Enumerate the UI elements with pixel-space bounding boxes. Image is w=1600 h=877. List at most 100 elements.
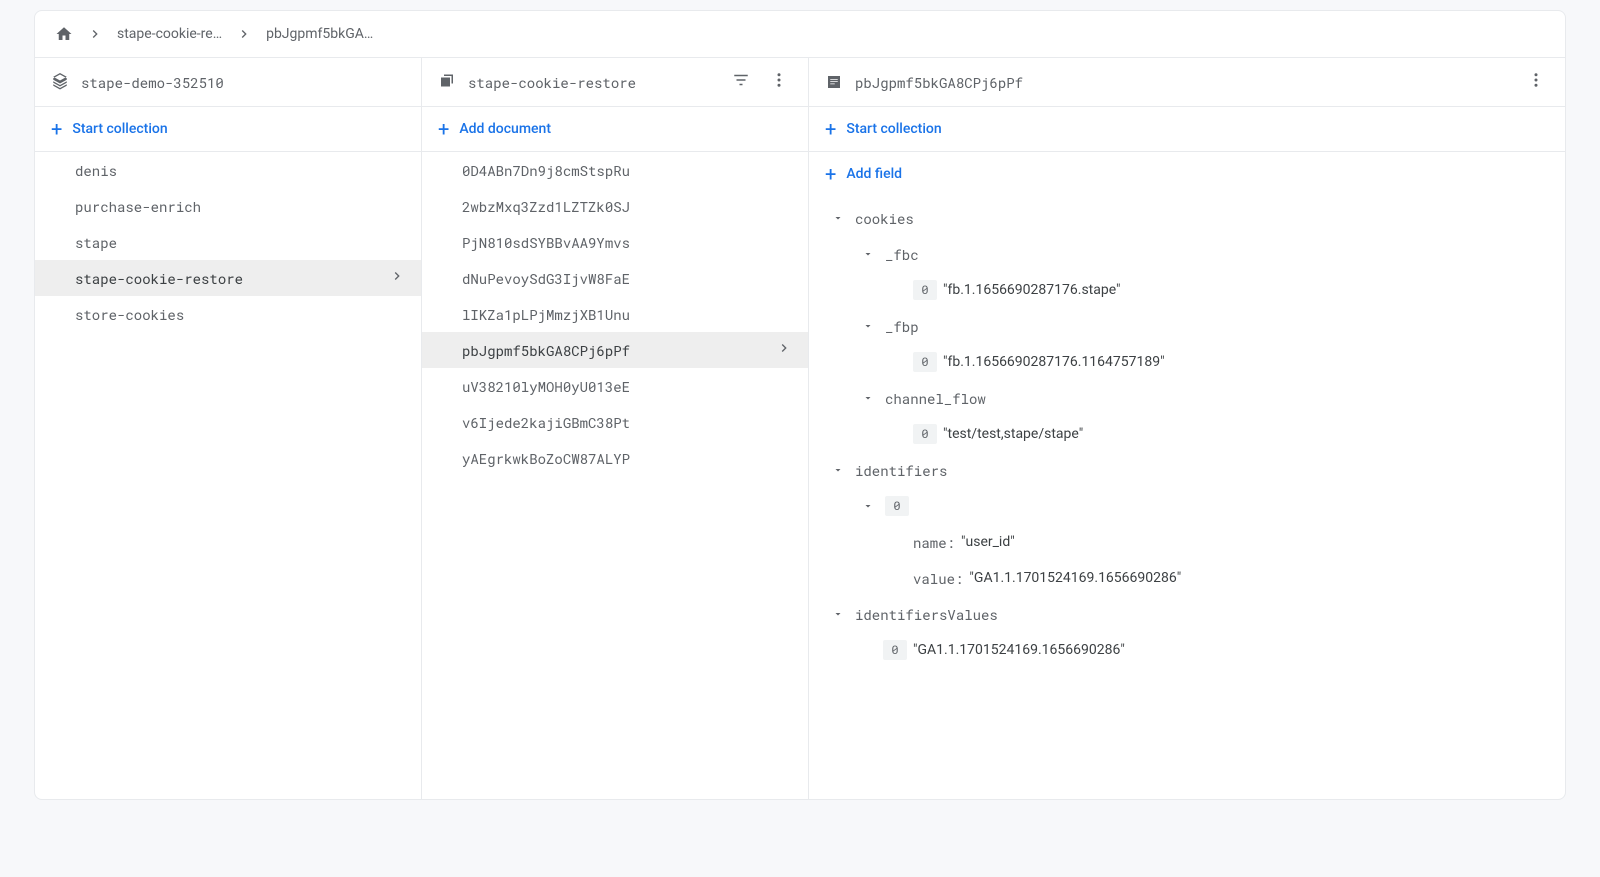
tree-value-fbc-0[interactable]: 0 "fb.1.1656690287176.stape" [817, 272, 1557, 308]
caret-down-icon[interactable] [859, 389, 877, 407]
tree-value: "GA1.1.1701524169.1656690286" [969, 570, 1181, 586]
tree-value-channel-flow-0[interactable]: 0 "test/test,stape/stape" [817, 416, 1557, 452]
array-index-chip: 0 [883, 640, 907, 660]
collection-list-item[interactable]: purchase-enrich [35, 188, 421, 224]
document-list-item[interactable]: 2wbzMxq3Zzd1LZTZk0SJ [422, 188, 808, 224]
tree-key: identifiers [855, 461, 947, 480]
breadcrumb-item[interactable]: pbJgpmf5bkGA… [266, 26, 373, 42]
plus-icon: + [438, 119, 449, 139]
collection-list-item[interactable]: stape-cookie-restore [35, 260, 421, 296]
add-field-button[interactable]: + Add field [809, 152, 1565, 196]
list-item-label: PjN810sdSYBBvAA9Ymvs [462, 233, 630, 252]
start-collection-label: Start collection [846, 121, 941, 137]
tree-node-identifiers-values[interactable]: identifiersValues [817, 596, 1557, 632]
collections-header: stape-demo-352510 [35, 58, 421, 107]
tree-value: "user_id" [961, 534, 1015, 550]
list-item-label: purchase-enrich [75, 197, 201, 216]
documents-header: stape-cookie-restore [422, 58, 808, 107]
details-header: pbJgpmf5bkGA8CPj6pPf [809, 58, 1565, 107]
list-item-label: v6Ijede2kajiGBmC38Pt [462, 413, 630, 432]
add-document-button[interactable]: + Add document [422, 107, 808, 152]
collection-list-item[interactable]: store-cookies [35, 296, 421, 332]
list-item-label: dNuPevoySdG3IjvW8FaE [462, 269, 630, 288]
plus-icon: + [825, 164, 836, 184]
document-list-item[interactable]: dNuPevoySdG3IjvW8FaE [422, 260, 808, 296]
tree-value: "fb.1.1656690287176.stape" [943, 282, 1121, 298]
caret-down-icon[interactable] [859, 317, 877, 335]
database-icon [51, 73, 69, 91]
panels-row: stape-demo-352510 + Start collection den… [35, 58, 1565, 799]
tree-value-fbp-0[interactable]: 0 "fb.1.1656690287176.1164757189" [817, 344, 1557, 380]
list-item-label: yAEgrkwkBoZoCW87ALYP [462, 449, 630, 468]
array-index-chip: 0 [913, 424, 937, 444]
plus-icon: + [825, 119, 836, 139]
documents-panel: stape-cookie-restore + Add document 0D4A… [422, 58, 809, 799]
start-collection-label: Start collection [72, 121, 167, 137]
tree-node-fbc[interactable]: _fbc [817, 236, 1557, 272]
array-index-chip: 0 [913, 352, 937, 372]
tree-node-identifiers[interactable]: identifiers [817, 452, 1557, 488]
tree-node-fbp[interactable]: _fbp [817, 308, 1557, 344]
tree-node-channel-flow[interactable]: channel_flow [817, 380, 1557, 416]
filter-icon[interactable] [728, 67, 754, 97]
start-collection-button[interactable]: + Start collection [809, 107, 1565, 152]
tree-key: value: [913, 569, 963, 588]
list-item-label: lIKZa1pLPjMmzjXB1Unu [462, 305, 630, 324]
more-vert-icon[interactable] [766, 67, 792, 97]
array-index-chip: 0 [885, 496, 909, 516]
tree-node-cookies[interactable]: cookies [817, 200, 1557, 236]
tree-value-identifiers-values-0[interactable]: 0 "GA1.1.1701524169.1656690286" [817, 632, 1557, 668]
home-icon[interactable] [55, 25, 73, 43]
document-icon [825, 73, 843, 91]
tree-key: _fbp [885, 317, 919, 336]
list-item-label: 0D4ABn7Dn9j8cmStspRu [462, 161, 630, 180]
document-list-item[interactable]: PjN810sdSYBBvAA9Ymvs [422, 224, 808, 260]
list-item-label: stape-cookie-restore [75, 269, 243, 288]
list-item-label: uV38210lyMOH0yU013eE [462, 377, 630, 396]
caret-down-icon[interactable] [829, 209, 847, 227]
more-vert-icon[interactable] [1523, 67, 1549, 97]
document-list-item[interactable]: uV38210lyMOH0yU013eE [422, 368, 808, 404]
caret-down-icon[interactable] [859, 497, 877, 515]
caret-down-icon[interactable] [859, 245, 877, 263]
collections-panel: stape-demo-352510 + Start collection den… [35, 58, 422, 799]
breadcrumb-item[interactable]: stape-cookie-re… [117, 26, 222, 42]
list-item-label: 2wbzMxq3Zzd1LZTZk0SJ [462, 197, 630, 216]
list-item-label: pbJgpmf5bkGA8CPj6pPf [462, 341, 630, 360]
caret-down-icon[interactable] [829, 605, 847, 623]
add-field-label: Add field [846, 166, 902, 182]
collection-list-item[interactable]: denis [35, 152, 421, 188]
list-item-label: stape [75, 233, 117, 252]
start-collection-button[interactable]: + Start collection [35, 107, 421, 152]
plus-icon: + [51, 119, 62, 139]
add-document-label: Add document [459, 121, 551, 137]
firestore-data-viewer: stape-cookie-re… pbJgpmf5bkGA… stape-dem… [34, 10, 1566, 800]
tree-key: _fbc [885, 245, 919, 264]
chevron-right-icon [776, 340, 792, 360]
tree-value: "fb.1.1656690287176.1164757189" [943, 354, 1165, 370]
documents-list: 0D4ABn7Dn9j8cmStspRu 2wbzMxq3Zzd1LZTZk0SJ… [422, 152, 808, 799]
chevron-right-icon [236, 26, 252, 42]
document-list-item[interactable]: 0D4ABn7Dn9j8cmStspRu [422, 152, 808, 188]
tree-key: identifiersValues [855, 605, 998, 624]
tree-value: "test/test,stape/stape" [943, 426, 1083, 442]
chevron-right-icon [87, 26, 103, 42]
document-list-item[interactable]: v6Ijede2kajiGBmC38Pt [422, 404, 808, 440]
document-list-item[interactable]: pbJgpmf5bkGA8CPj6pPf [422, 332, 808, 368]
breadcrumb: stape-cookie-re… pbJgpmf5bkGA… [35, 11, 1565, 58]
details-title: pbJgpmf5bkGA8CPj6pPf [855, 73, 1511, 92]
collections-title: stape-demo-352510 [81, 73, 405, 92]
collection-icon [438, 73, 456, 91]
collection-list-item[interactable]: stape [35, 224, 421, 260]
caret-down-icon[interactable] [829, 461, 847, 479]
tree-value-identifiers-name[interactable]: name: "user_id" [817, 524, 1557, 560]
tree-key: cookies [855, 209, 914, 228]
field-tree: cookies _fbc 0 "fb.1.1656690287176.stape… [809, 196, 1565, 799]
tree-value-identifiers-value[interactable]: value: "GA1.1.1701524169.1656690286" [817, 560, 1557, 596]
tree-node-identifiers-0[interactable]: 0 [817, 488, 1557, 524]
tree-key: channel_flow [885, 389, 986, 408]
array-index-chip: 0 [913, 280, 937, 300]
document-list-item[interactable]: lIKZa1pLPjMmzjXB1Unu [422, 296, 808, 332]
chevron-right-icon [389, 268, 405, 288]
document-list-item[interactable]: yAEgrkwkBoZoCW87ALYP [422, 440, 808, 476]
